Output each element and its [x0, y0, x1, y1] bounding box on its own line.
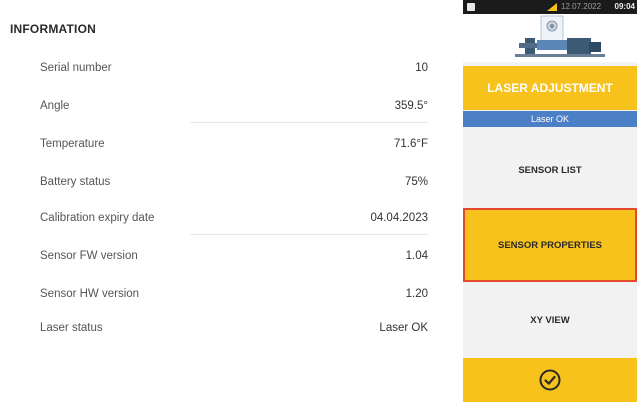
info-row-serial-number: Serial number 10 — [40, 58, 428, 82]
laser-status-bar: Laser OK — [463, 111, 637, 127]
battery-icon — [467, 3, 475, 11]
row-divider — [190, 234, 428, 235]
info-value: 71.6°F — [393, 138, 428, 150]
xy-view-label: XY VIEW — [530, 314, 570, 326]
info-value: Laser OK — [379, 322, 428, 334]
laser-ok-label: Laser OK — [530, 114, 570, 124]
status-time: 09:04 — [614, 2, 635, 11]
status-bar: 12.07.2022 09:04 — [463, 0, 637, 14]
info-label: Battery status — [40, 176, 111, 188]
info-row-sensor-hw-version: Sensor HW version 1.20 — [40, 284, 428, 308]
row-divider — [190, 122, 428, 123]
status-date: 12.07.2022 — [561, 2, 602, 11]
info-label: Sensor HW version — [40, 288, 140, 300]
info-label: Serial number — [40, 62, 112, 74]
info-row-sensor-fw-version: Sensor FW version 1.04 — [40, 246, 428, 270]
info-label: Laser status — [40, 322, 103, 334]
side-menu: 12.07.2022 09:04 LASER ADJUSTMENT Laser … — [463, 0, 637, 402]
confirm-button[interactable] — [463, 358, 637, 402]
info-label: Sensor FW version — [40, 250, 138, 262]
info-value: 359.5° — [394, 100, 428, 112]
info-value: 75% — [404, 176, 428, 188]
info-row-angle: Angle 359.5° — [40, 96, 428, 120]
sensor-properties-button[interactable]: SENSOR PROPERTIES — [463, 208, 637, 282]
machine-graphic — [463, 14, 637, 62]
information-panel: INFORMATION Serial number 10 Angle 359.5… — [0, 0, 462, 402]
battery-indicator — [467, 3, 495, 11]
xy-view-button[interactable]: XY VIEW — [463, 288, 637, 352]
info-row-temperature: Temperature 71.6°F — [40, 134, 428, 158]
info-value: 1.20 — [405, 288, 428, 300]
info-row-laser-status: Laser status Laser OK — [40, 318, 428, 342]
laser-adjustment-label: LASER ADJUSTMENT — [487, 81, 613, 95]
info-row-battery-status: Battery status 75% — [40, 172, 428, 196]
info-value: 1.04 — [405, 250, 428, 262]
info-value: 04.04.2023 — [370, 212, 428, 224]
sensor-list-button[interactable]: SENSOR LIST — [463, 140, 637, 200]
info-value: 10 — [415, 62, 428, 74]
info-label: Angle — [40, 100, 70, 112]
signal-icon — [547, 3, 557, 11]
sensor-properties-label: SENSOR PROPERTIES — [498, 239, 602, 251]
machine-train-icon — [515, 15, 605, 57]
information-title: INFORMATION — [10, 22, 96, 36]
check-circle-icon — [539, 369, 561, 391]
info-row-calibration-expiry: Calibration expiry date 04.04.2023 — [40, 208, 428, 232]
sensor-list-label: SENSOR LIST — [518, 164, 582, 176]
info-label: Temperature — [40, 138, 105, 150]
info-label: Calibration expiry date — [40, 212, 155, 224]
laser-adjustment-button[interactable]: LASER ADJUSTMENT — [463, 66, 637, 110]
